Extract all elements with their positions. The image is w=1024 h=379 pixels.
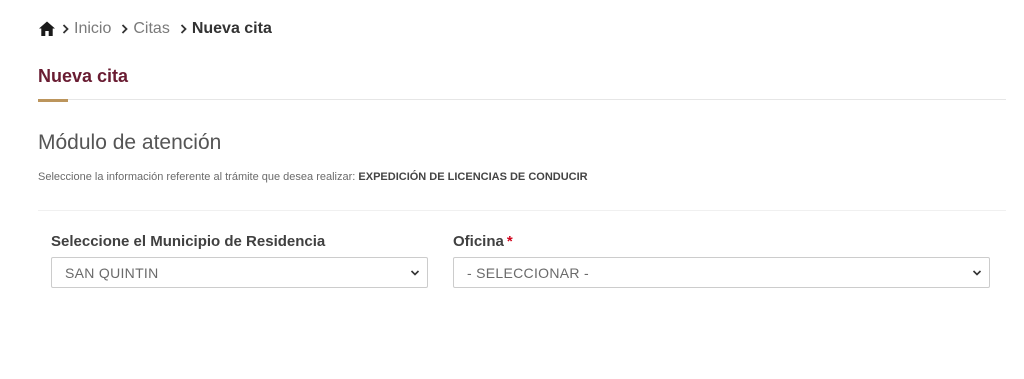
- oficina-selected-value[interactable]: - SELECCIONAR -: [467, 258, 589, 288]
- breadcrumb-item-citas[interactable]: Citas: [121, 20, 170, 38]
- title-accent-bar: [38, 99, 68, 102]
- oficina-field: Oficina * - SELECCIONAR -: [453, 233, 990, 288]
- chevron-down-icon[interactable]: [410, 268, 420, 278]
- breadcrumb: Inicio Citas Nueva cita: [38, 18, 282, 40]
- breadcrumb-item-inicio[interactable]: Inicio: [62, 20, 111, 38]
- oficina-select[interactable]: - SELECCIONAR -: [453, 257, 990, 288]
- title-divider: [38, 99, 1006, 100]
- instruction-text: Seleccione la información referente al t…: [38, 171, 588, 183]
- home-icon[interactable]: [38, 20, 56, 38]
- municipio-field: Seleccione el Municipio de Residencia SA…: [51, 233, 428, 288]
- chevron-down-icon[interactable]: [972, 268, 982, 278]
- chevron-right-icon: [62, 24, 69, 34]
- section-divider: [38, 210, 1006, 211]
- tramite-name: EXPEDICIÓN DE LICENCIAS DE CONDUCIR: [358, 171, 588, 183]
- chevron-right-icon: [180, 24, 187, 34]
- breadcrumb-item-nueva-cita: Nueva cita: [180, 20, 272, 38]
- municipio-label: Seleccione el Municipio de Residencia: [51, 233, 326, 250]
- breadcrumb-label[interactable]: Inicio: [74, 20, 111, 38]
- oficina-label: Oficina *: [453, 233, 990, 253]
- instruction-prefix: Seleccione la información referente al t…: [38, 171, 356, 183]
- required-mark: *: [506, 233, 513, 250]
- page-title: Nueva cita: [38, 66, 129, 86]
- breadcrumb-label[interactable]: Citas: [133, 20, 169, 38]
- chevron-right-icon: [122, 24, 129, 34]
- municipio-selected-value[interactable]: SAN QUINTIN: [65, 258, 159, 288]
- page: Inicio Citas Nueva cita Nueva cita Módul…: [0, 0, 1024, 379]
- breadcrumb-label: Nueva cita: [191, 20, 272, 37]
- municipio-select[interactable]: SAN QUINTIN: [51, 257, 428, 288]
- section-heading: Módulo de atención: [38, 131, 222, 154]
- oficina-label-text: Oficina: [453, 233, 504, 250]
